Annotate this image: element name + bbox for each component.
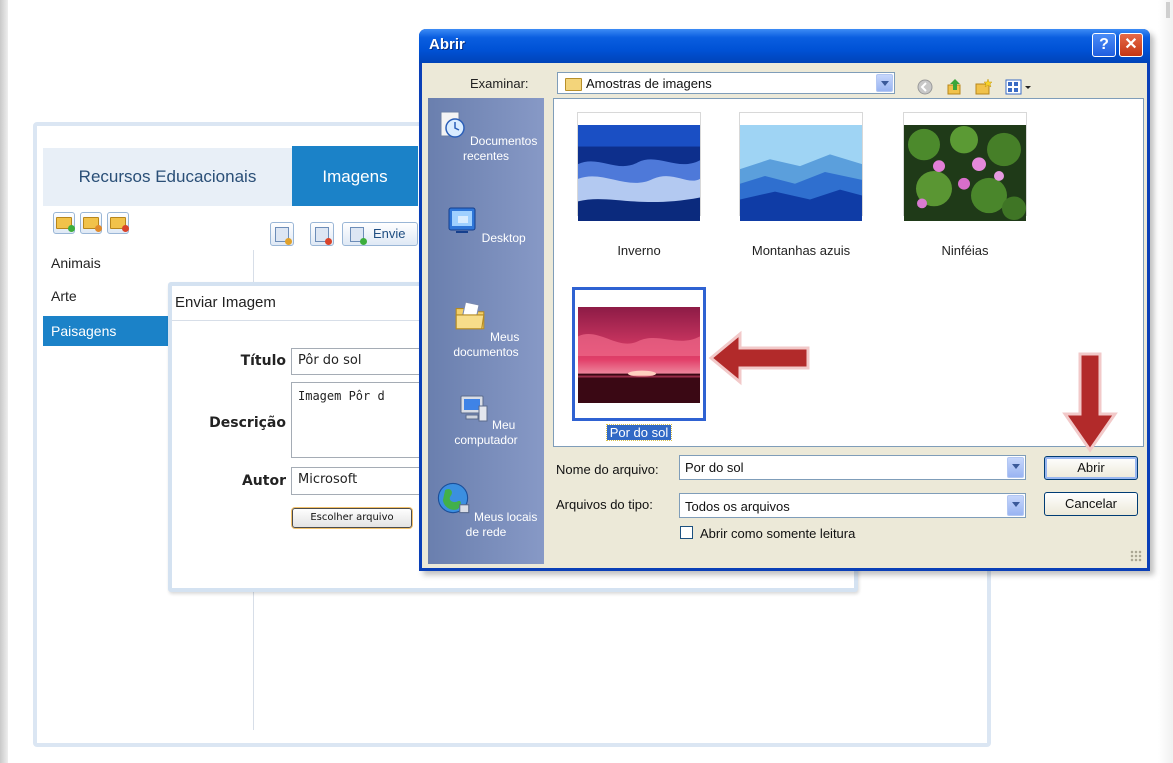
file-name-value: Por do sol [685,460,744,475]
titulo-field[interactable]: Pôr do sol [291,348,421,375]
choose-file-button[interactable]: Escolher arquivo [292,508,412,528]
add-folder-button[interactable] [53,212,75,234]
place-recent-documents[interactable]: Documentos recentes [428,108,544,164]
file-type-combo[interactable]: Todos os arquivos [679,493,1026,518]
water-lilies-image-icon [904,125,1026,221]
place-my-computer[interactable]: Meu computador [428,392,544,448]
place-my-documents[interactable]: Meus documentos [428,296,544,360]
send-image-icon [350,227,367,245]
place-desktop-label: Desktop [481,231,526,245]
place-recent-documents-label: Documentos recentes [462,134,538,163]
file-thumb-ninfeias[interactable] [903,112,1027,221]
file-name-por-do-sol: Por do sol [577,424,701,441]
readonly-label: Abrir como somente leitura [700,526,856,541]
autor-label: Autor [241,473,286,489]
chevron-down-icon[interactable] [876,74,893,92]
edit-folder-button[interactable] [80,212,102,234]
annotation-arrow-down-icon [1062,352,1118,453]
look-in-value: Amostras de imagens [586,76,712,91]
category-animais[interactable]: Animais [43,248,168,278]
autor-field[interactable]: Microsoft [291,467,421,495]
edit-image-button[interactable] [270,222,294,246]
chevron-down-icon[interactable] [1007,457,1024,478]
winter-image-icon [578,125,700,221]
recent-documents-icon [440,111,465,138]
file-thumb-inverno[interactable] [577,112,701,221]
cancel-button[interactable]: Cancelar [1044,492,1138,516]
network-places-icon [437,482,469,514]
resize-grip-icon[interactable] [1130,550,1142,562]
sunset-image-icon [578,307,700,403]
page-right-shade [1158,0,1173,763]
folder-icon [565,78,582,91]
tab-imagens[interactable]: Imagens [292,146,418,206]
edit-folder-icon [83,217,102,232]
my-documents-icon [455,301,485,330]
upload-dialog-separator [172,320,432,321]
file-name-label: Nome do arquivo: [556,462,659,477]
help-button[interactable]: ? [1092,33,1116,57]
file-type-value: Todos os arquivos [685,499,790,514]
file-name-por-do-sol-text: Por do sol [605,424,673,441]
file-name-inverno: Inverno [617,243,661,258]
look-in-label: Examinar: [470,76,529,91]
edit-image-icon [275,226,292,245]
blue-mountains-image-icon [740,125,862,221]
place-desktop[interactable]: Desktop [428,205,544,246]
delete-folder-icon [110,217,129,232]
page-left-border [0,0,8,763]
category-paisagens[interactable]: Paisagens [43,316,168,346]
open-dialog-title: Abrir [429,36,465,53]
file-type-label: Arquivos do tipo: [556,497,653,512]
view-menu-icon[interactable] [1005,78,1033,96]
my-computer-icon [460,395,488,422]
back-icon[interactable] [916,78,934,96]
file-name-ninfeias: Ninféias [941,243,989,258]
new-folder-icon[interactable] [975,78,993,96]
titulo-label: Título [240,353,286,369]
send-image-label: Envie [373,226,406,241]
delete-image-button[interactable] [310,222,334,246]
place-network-label: Meus locais de rede [465,510,538,539]
file-thumb-montanhas[interactable] [739,112,863,221]
file-thumb-por-do-sol[interactable] [572,287,706,421]
delete-folder-button[interactable] [107,212,129,234]
open-button[interactable]: Abrir [1044,456,1138,480]
look-in-combo[interactable]: Amostras de imagens [557,72,895,94]
descricao-field[interactable]: Imagem Pôr d [291,382,421,458]
send-image-button[interactable]: Envie [342,222,418,246]
category-arte[interactable]: Arte [43,281,168,311]
chevron-down-icon[interactable] [1007,495,1024,516]
add-folder-icon [56,217,75,232]
tab-recursos-educacionais[interactable]: Recursos Educacionais [43,148,292,206]
file-name-montanhas: Montanhas azuis [751,243,851,258]
file-name-combo[interactable]: Por do sol [679,455,1026,480]
annotation-arrow-left-icon [708,330,810,386]
desktop-icon [448,207,476,233]
place-network[interactable]: Meus locais de rede [428,480,544,540]
readonly-checkbox[interactable] [680,526,693,539]
delete-image-icon [315,226,332,245]
descricao-label: Descrição [209,415,286,431]
close-button[interactable]: ✕ [1119,33,1143,57]
upload-dialog-title: Enviar Imagem [175,294,276,311]
open-dialog-titlebar[interactable]: Abrir [419,29,1150,63]
up-folder-icon[interactable] [946,78,964,96]
page-scroll-tick [1166,2,1170,18]
